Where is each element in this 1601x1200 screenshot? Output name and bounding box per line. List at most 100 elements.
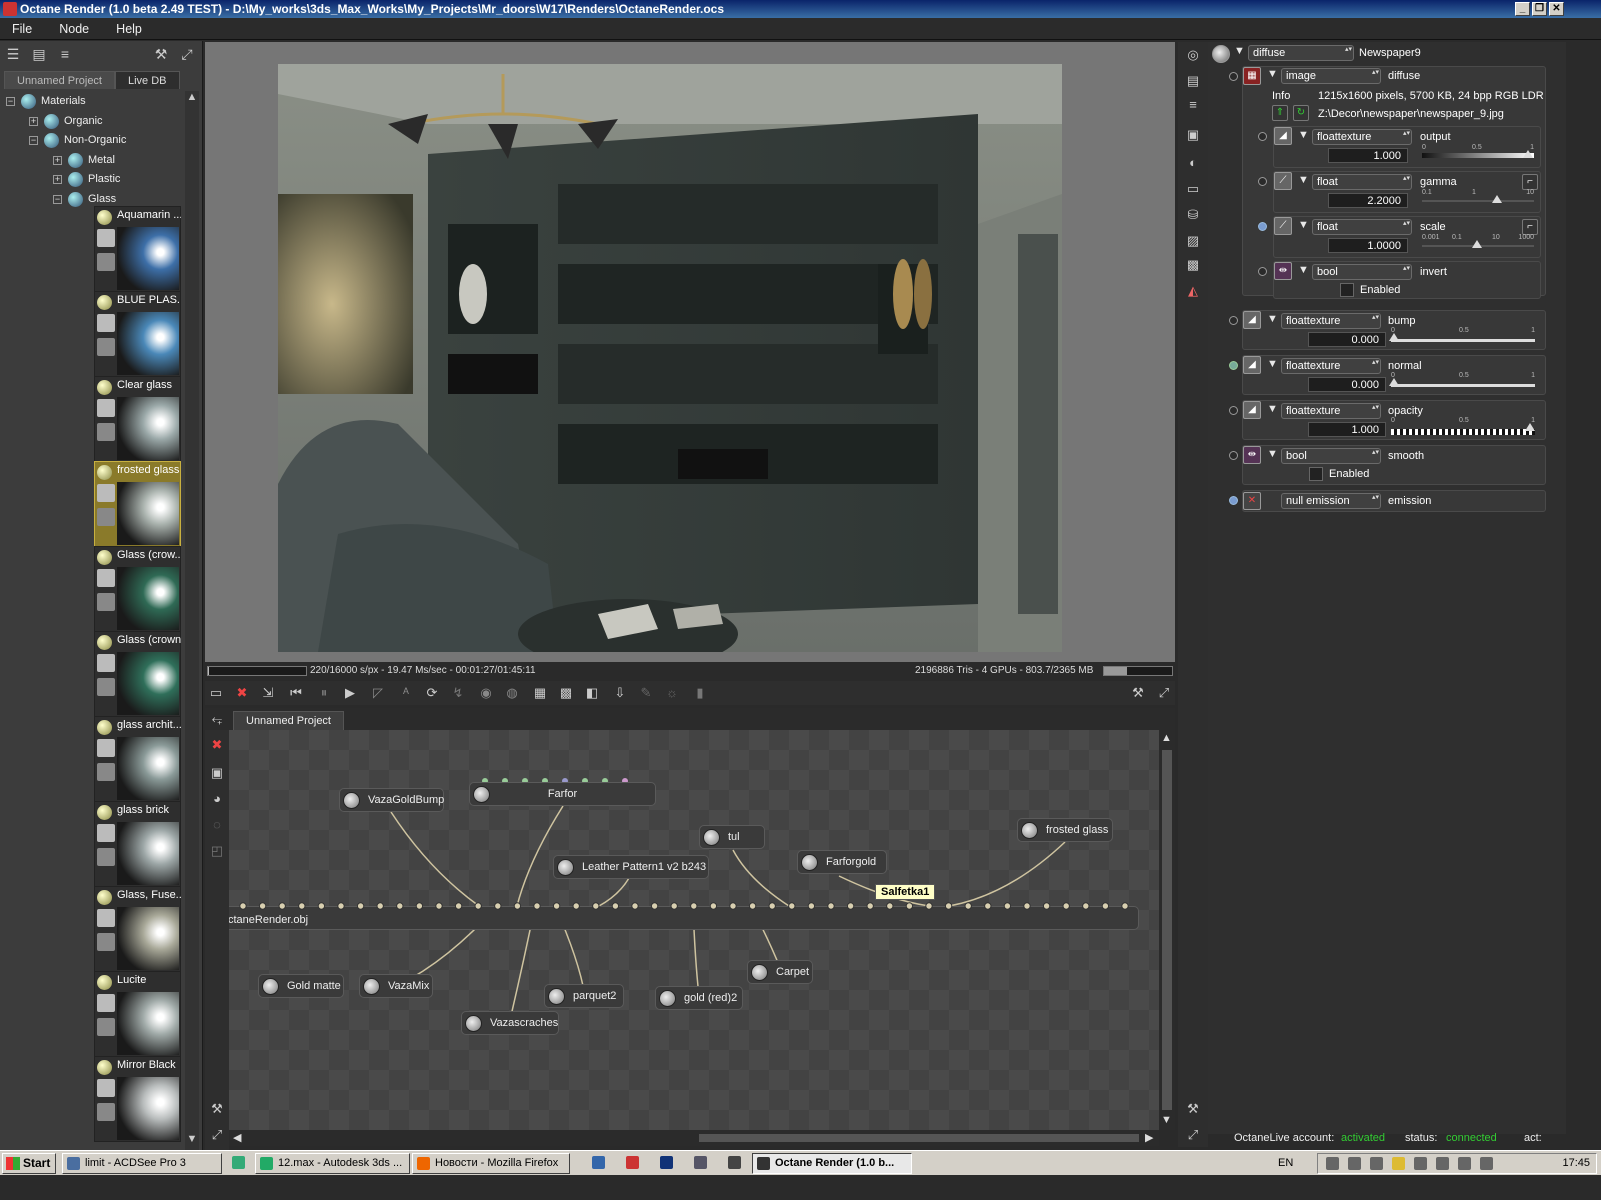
mesh-input-pin[interactable] <box>827 902 835 910</box>
tree-node-metal[interactable]: + Metal <box>53 150 115 170</box>
mesh-input-pin[interactable] <box>239 902 247 910</box>
play-icon[interactable]: ▶ <box>341 684 359 702</box>
bump-value[interactable]: 0.000 <box>1308 332 1386 347</box>
close-button[interactable]: ✕ <box>1549 2 1564 16</box>
expand-toggle[interactable]: + <box>53 155 62 165</box>
curve-toggle-icon[interactable]: ⌐ <box>1522 174 1538 190</box>
tree-node-plastic[interactable]: + Plastic <box>53 169 120 189</box>
material-tile[interactable]: Aquamarin ... <box>94 206 181 292</box>
photoshop-quicklaunch-icon[interactable] <box>660 1156 673 1169</box>
normal-slider[interactable]: 0 0.5 1 <box>1389 372 1535 388</box>
node-vazagoldbump[interactable]: VazaGoldBump <box>339 788 444 812</box>
scroll-right-icon[interactable]: ▶ <box>1145 1131 1153 1144</box>
scale-type-dropdown[interactable]: float <box>1312 219 1412 235</box>
material-tile[interactable]: Glass, Fuse... <box>94 886 181 972</box>
scroll-left-icon[interactable]: ◀ <box>233 1131 241 1144</box>
tab-node-editor-project[interactable]: Unnamed Project <box>233 711 344 730</box>
camera-settings-icon[interactable]: ◎ <box>1184 46 1202 64</box>
node-graph-canvas[interactable]: ctaneRender.obj VazaGoldBump Farfor tul … <box>229 730 1159 1130</box>
settings-wrench-icon[interactable]: ⚒ <box>1129 684 1147 702</box>
menu-node[interactable]: Node <box>47 18 101 40</box>
pin-dot[interactable] <box>1229 496 1238 505</box>
taskbar-acdsee[interactable]: limit - ACDSee Pro 3 <box>62 1153 222 1174</box>
preview-option-icon[interactable] <box>97 423 115 441</box>
expand-arrow-icon[interactable]: ▼ <box>1234 45 1245 57</box>
preview-option-icon[interactable] <box>97 994 115 1012</box>
scroll-up-icon[interactable]: ▲ <box>1161 732 1172 744</box>
node-vazascraches[interactable]: Vazascraches <box>461 1011 559 1035</box>
preview-option-icon[interactable] <box>97 824 115 842</box>
mesh-input-pin[interactable] <box>807 902 816 910</box>
minimize-button[interactable]: _ <box>1515 2 1530 16</box>
collapse-toggle[interactable]: − <box>53 194 62 204</box>
preview-option-icon[interactable] <box>97 253 115 271</box>
export-icon[interactable]: ⇩ <box>611 684 629 702</box>
menu-help[interactable]: Help <box>104 18 154 40</box>
environment-icon[interactable]: ▣ <box>1184 126 1202 144</box>
expand-arrow-icon[interactable]: ▼ <box>1298 264 1309 276</box>
image-node-icon[interactable]: ▣ <box>208 764 226 782</box>
preview-option-icon[interactable] <box>97 399 115 417</box>
scroll-thumb[interactable] <box>1162 750 1172 1110</box>
pin-dot[interactable] <box>1258 132 1267 141</box>
preview-option-icon[interactable] <box>97 848 115 866</box>
material-tile[interactable]: Mirror Black <box>94 1056 181 1142</box>
smooth-type-dropdown[interactable]: bool <box>1281 448 1381 464</box>
mesh-input-pin[interactable] <box>964 902 972 910</box>
taskbar-3dsmax[interactable]: 12.max - Autodesk 3ds ... <box>255 1153 410 1174</box>
tray-arrow-icon[interactable] <box>1326 1157 1339 1170</box>
imager-icon[interactable]: ◐ <box>1184 154 1202 172</box>
pick-icon[interactable]: ↯ <box>449 684 467 702</box>
pin-dot[interactable] <box>1229 72 1238 81</box>
material-tile[interactable]: frosted glass <box>94 461 181 547</box>
scroll-down-icon[interactable]: ▼ <box>186 1133 198 1145</box>
maximize-icon[interactable]: ⤢ <box>178 45 196 63</box>
grid-icon[interactable]: ▦ <box>531 684 549 702</box>
mesh-input-pin[interactable] <box>729 902 737 910</box>
layers-icon[interactable]: ▤ <box>1184 72 1202 90</box>
new-window-icon[interactable]: ▤ <box>30 45 48 63</box>
fullscreen-icon[interactable]: ⤢ <box>1155 684 1173 702</box>
mesh-input-pin[interactable] <box>376 902 384 910</box>
expand-arrow-icon[interactable]: ▼ <box>1267 358 1278 370</box>
pin-dot[interactable] <box>1229 361 1238 370</box>
mesh-input-pin[interactable] <box>415 902 424 910</box>
expand-arrow-icon[interactable]: ▼ <box>1267 448 1278 460</box>
taskbar-octane[interactable]: Octane Render (1.0 b... <box>752 1153 912 1174</box>
node-connect-icon[interactable]: ⥆ <box>208 710 226 728</box>
list-icon[interactable]: ≡ <box>1184 96 1202 114</box>
material-tile[interactable]: Glass (crow... <box>94 546 181 632</box>
scale-slider[interactable]: 0.001 0.1 10 1000 <box>1422 234 1534 250</box>
mesh-input-pin[interactable] <box>768 902 776 910</box>
node-carpet[interactable]: Carpet <box>747 960 813 984</box>
tree-node-materials[interactable]: − Materials <box>6 91 86 111</box>
mesh-input-pin[interactable] <box>925 902 933 910</box>
tab-unnamed-project[interactable]: Unnamed Project <box>4 71 115 89</box>
expand-arrow-icon[interactable]: ▼ <box>1298 174 1309 186</box>
mesh-input-pin[interactable] <box>592 902 600 910</box>
save-quicklaunch-icon[interactable] <box>592 1156 605 1169</box>
mesh-input-pin[interactable] <box>513 902 522 910</box>
pin-dot[interactable] <box>1229 451 1238 460</box>
preview-option-icon[interactable] <box>97 654 115 672</box>
autofocus-icon[interactable]: ᴬ <box>397 684 415 702</box>
image-icon[interactable]: ▨ <box>1184 232 1202 250</box>
preview-option-icon[interactable] <box>97 933 115 951</box>
opacity-type-dropdown[interactable]: floattexture <box>1281 403 1381 419</box>
texture-node-icon[interactable]: ◌ <box>208 816 226 834</box>
mesh-input-pin[interactable] <box>886 902 894 910</box>
mesh-input-pin[interactable] <box>905 902 914 910</box>
scale-value[interactable]: 1.0000 <box>1328 238 1408 253</box>
tray-chat-icon[interactable] <box>1370 1157 1383 1170</box>
lock-icon[interactable]: ▮ <box>691 684 709 702</box>
restore-button[interactable]: ❐ <box>1532 2 1547 16</box>
image-type-dropdown[interactable]: image <box>1281 68 1381 84</box>
app-quicklaunch-icon[interactable] <box>232 1156 245 1169</box>
browser-scrollbar[interactable]: ▲ ▼ <box>185 91 199 1171</box>
material-tile[interactable]: glass brick <box>94 801 181 887</box>
lens-icon[interactable]: ◍ <box>503 684 521 702</box>
mesh-input-pin[interactable] <box>631 902 639 910</box>
preview-option-icon[interactable] <box>97 739 115 757</box>
material-tile[interactable]: Lucite <box>94 971 181 1057</box>
collapse-toggle[interactable]: − <box>6 96 15 106</box>
